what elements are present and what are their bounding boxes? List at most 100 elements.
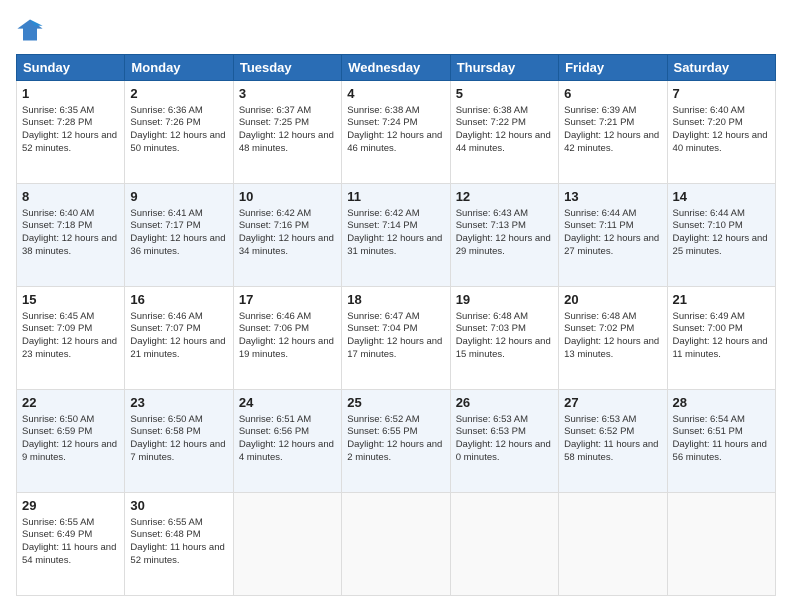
sunrise-label: Sunrise: 6:44 AM — [673, 208, 745, 219]
sunset-label: Sunset: 7:03 PM — [456, 323, 526, 334]
daylight-label: Daylight: 12 hours and 50 minutes. — [130, 130, 225, 154]
calendar-cell: 10 Sunrise: 6:42 AM Sunset: 7:16 PM Dayl… — [233, 184, 341, 287]
calendar-cell: 1 Sunrise: 6:35 AM Sunset: 7:28 PM Dayli… — [17, 81, 125, 184]
calendar-cell: 22 Sunrise: 6:50 AM Sunset: 6:59 PM Dayl… — [17, 390, 125, 493]
day-number: 29 — [22, 497, 119, 515]
daylight-label: Daylight: 11 hours and 54 minutes. — [22, 542, 116, 566]
day-number: 22 — [22, 394, 119, 412]
calendar-cell: 9 Sunrise: 6:41 AM Sunset: 7:17 PM Dayli… — [125, 184, 233, 287]
sunrise-label: Sunrise: 6:42 AM — [347, 208, 419, 219]
calendar-cell: 5 Sunrise: 6:38 AM Sunset: 7:22 PM Dayli… — [450, 81, 558, 184]
day-number: 6 — [564, 85, 661, 103]
calendar-cell: 28 Sunrise: 6:54 AM Sunset: 6:51 PM Dayl… — [667, 390, 775, 493]
sunset-label: Sunset: 7:04 PM — [347, 323, 417, 334]
day-number: 2 — [130, 85, 227, 103]
sunrise-label: Sunrise: 6:36 AM — [130, 105, 202, 116]
daylight-label: Daylight: 12 hours and 27 minutes. — [564, 233, 659, 257]
sunrise-label: Sunrise: 6:55 AM — [22, 517, 94, 528]
calendar-cell: 24 Sunrise: 6:51 AM Sunset: 6:56 PM Dayl… — [233, 390, 341, 493]
daylight-label: Daylight: 12 hours and 19 minutes. — [239, 336, 334, 360]
sunset-label: Sunset: 7:10 PM — [673, 220, 743, 231]
calendar-week-row: 15 Sunrise: 6:45 AM Sunset: 7:09 PM Dayl… — [17, 287, 776, 390]
calendar-week-row: 1 Sunrise: 6:35 AM Sunset: 7:28 PM Dayli… — [17, 81, 776, 184]
sunset-label: Sunset: 6:59 PM — [22, 426, 92, 437]
sunrise-label: Sunrise: 6:39 AM — [564, 105, 636, 116]
calendar-cell: 30 Sunrise: 6:55 AM Sunset: 6:48 PM Dayl… — [125, 493, 233, 596]
sunset-label: Sunset: 7:26 PM — [130, 117, 200, 128]
calendar-cell: 12 Sunrise: 6:43 AM Sunset: 7:13 PM Dayl… — [450, 184, 558, 287]
sunrise-label: Sunrise: 6:38 AM — [456, 105, 528, 116]
day-number: 11 — [347, 188, 444, 206]
calendar-header-monday: Monday — [125, 55, 233, 81]
calendar-cell — [450, 493, 558, 596]
sunset-label: Sunset: 7:24 PM — [347, 117, 417, 128]
sunset-label: Sunset: 7:21 PM — [564, 117, 634, 128]
day-number: 16 — [130, 291, 227, 309]
daylight-label: Daylight: 12 hours and 25 minutes. — [673, 233, 768, 257]
sunrise-label: Sunrise: 6:54 AM — [673, 414, 745, 425]
calendar-cell: 4 Sunrise: 6:38 AM Sunset: 7:24 PM Dayli… — [342, 81, 450, 184]
calendar-cell: 26 Sunrise: 6:53 AM Sunset: 6:53 PM Dayl… — [450, 390, 558, 493]
sunrise-label: Sunrise: 6:53 AM — [456, 414, 528, 425]
calendar-cell: 21 Sunrise: 6:49 AM Sunset: 7:00 PM Dayl… — [667, 287, 775, 390]
sunset-label: Sunset: 7:28 PM — [22, 117, 92, 128]
calendar-cell: 23 Sunrise: 6:50 AM Sunset: 6:58 PM Dayl… — [125, 390, 233, 493]
day-number: 30 — [130, 497, 227, 515]
calendar-header-tuesday: Tuesday — [233, 55, 341, 81]
sunrise-label: Sunrise: 6:49 AM — [673, 311, 745, 322]
calendar-cell — [342, 493, 450, 596]
calendar-cell: 17 Sunrise: 6:46 AM Sunset: 7:06 PM Dayl… — [233, 287, 341, 390]
daylight-label: Daylight: 11 hours and 56 minutes. — [673, 439, 767, 463]
calendar-header-thursday: Thursday — [450, 55, 558, 81]
sunset-label: Sunset: 7:07 PM — [130, 323, 200, 334]
calendar-cell: 25 Sunrise: 6:52 AM Sunset: 6:55 PM Dayl… — [342, 390, 450, 493]
daylight-label: Daylight: 12 hours and 34 minutes. — [239, 233, 334, 257]
sunset-label: Sunset: 6:49 PM — [22, 529, 92, 540]
calendar-cell — [667, 493, 775, 596]
calendar-cell: 20 Sunrise: 6:48 AM Sunset: 7:02 PM Dayl… — [559, 287, 667, 390]
sunset-label: Sunset: 7:11 PM — [564, 220, 634, 231]
day-number: 19 — [456, 291, 553, 309]
day-number: 1 — [22, 85, 119, 103]
calendar-cell: 13 Sunrise: 6:44 AM Sunset: 7:11 PM Dayl… — [559, 184, 667, 287]
sunset-label: Sunset: 6:56 PM — [239, 426, 309, 437]
sunset-label: Sunset: 7:00 PM — [673, 323, 743, 334]
day-number: 7 — [673, 85, 770, 103]
calendar-cell: 11 Sunrise: 6:42 AM Sunset: 7:14 PM Dayl… — [342, 184, 450, 287]
day-number: 14 — [673, 188, 770, 206]
daylight-label: Daylight: 12 hours and 38 minutes. — [22, 233, 117, 257]
sunrise-label: Sunrise: 6:51 AM — [239, 414, 311, 425]
sunset-label: Sunset: 7:13 PM — [456, 220, 526, 231]
day-number: 25 — [347, 394, 444, 412]
sunrise-label: Sunrise: 6:41 AM — [130, 208, 202, 219]
calendar-cell: 6 Sunrise: 6:39 AM Sunset: 7:21 PM Dayli… — [559, 81, 667, 184]
calendar-cell: 14 Sunrise: 6:44 AM Sunset: 7:10 PM Dayl… — [667, 184, 775, 287]
sunset-label: Sunset: 7:06 PM — [239, 323, 309, 334]
calendar-cell: 8 Sunrise: 6:40 AM Sunset: 7:18 PM Dayli… — [17, 184, 125, 287]
sunrise-label: Sunrise: 6:43 AM — [456, 208, 528, 219]
sunset-label: Sunset: 7:20 PM — [673, 117, 743, 128]
daylight-label: Daylight: 12 hours and 15 minutes. — [456, 336, 551, 360]
sunrise-label: Sunrise: 6:45 AM — [22, 311, 94, 322]
daylight-label: Daylight: 12 hours and 42 minutes. — [564, 130, 659, 154]
logo-bird-icon — [16, 16, 44, 44]
sunrise-label: Sunrise: 6:47 AM — [347, 311, 419, 322]
daylight-label: Daylight: 12 hours and 36 minutes. — [130, 233, 225, 257]
daylight-label: Daylight: 12 hours and 29 minutes. — [456, 233, 551, 257]
sunrise-label: Sunrise: 6:37 AM — [239, 105, 311, 116]
day-number: 3 — [239, 85, 336, 103]
day-number: 15 — [22, 291, 119, 309]
daylight-label: Daylight: 12 hours and 17 minutes. — [347, 336, 442, 360]
calendar-cell: 27 Sunrise: 6:53 AM Sunset: 6:52 PM Dayl… — [559, 390, 667, 493]
sunrise-label: Sunrise: 6:44 AM — [564, 208, 636, 219]
sunset-label: Sunset: 6:58 PM — [130, 426, 200, 437]
sunset-label: Sunset: 7:16 PM — [239, 220, 309, 231]
sunset-label: Sunset: 7:25 PM — [239, 117, 309, 128]
daylight-label: Daylight: 12 hours and 13 minutes. — [564, 336, 659, 360]
sunset-label: Sunset: 6:48 PM — [130, 529, 200, 540]
daylight-label: Daylight: 12 hours and 46 minutes. — [347, 130, 442, 154]
daylight-label: Daylight: 12 hours and 11 minutes. — [673, 336, 768, 360]
sunrise-label: Sunrise: 6:40 AM — [22, 208, 94, 219]
daylight-label: Daylight: 12 hours and 52 minutes. — [22, 130, 117, 154]
sunrise-label: Sunrise: 6:48 AM — [564, 311, 636, 322]
